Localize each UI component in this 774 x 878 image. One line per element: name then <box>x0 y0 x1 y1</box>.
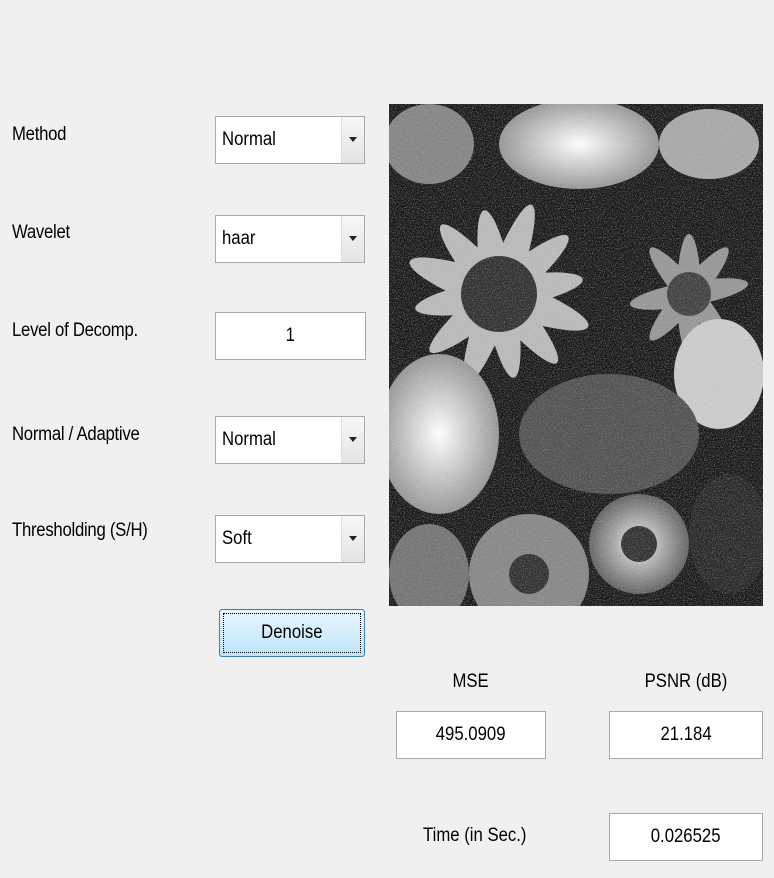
level-input[interactable]: 1 <box>215 312 366 360</box>
denoise-button[interactable]: Denoise <box>219 609 365 657</box>
denoise-button-label: Denoise <box>261 622 323 643</box>
wavelet-select-value: haar <box>222 228 256 249</box>
mode-label: Normal / Adaptive <box>12 424 140 445</box>
method-label: Method <box>12 124 67 145</box>
psnr-field[interactable]: 21.184 <box>609 711 763 759</box>
chevron-down-icon[interactable] <box>341 417 364 463</box>
threshold-select-value: Soft <box>222 528 252 549</box>
mse-field[interactable]: 495.0909 <box>396 711 546 759</box>
mode-select-value: Normal <box>222 429 276 450</box>
mse-value: 495.0909 <box>436 724 506 745</box>
method-select-value: Normal <box>222 129 276 150</box>
method-select[interactable]: Normal <box>215 116 365 164</box>
threshold-label: Thresholding (S/H) <box>12 520 148 541</box>
level-label: Level of Decomp. <box>12 320 138 341</box>
mse-label: MSE <box>452 671 490 692</box>
wavelet-select[interactable]: haar <box>215 215 365 263</box>
level-input-value: 1 <box>285 325 296 346</box>
psnr-value: 21.184 <box>660 724 712 745</box>
time-label: Time (in Sec.) <box>423 825 527 846</box>
threshold-select[interactable]: Soft <box>215 515 365 563</box>
chevron-down-icon[interactable] <box>341 516 364 562</box>
time-field[interactable]: 0.026525 <box>609 813 763 861</box>
chevron-down-icon[interactable] <box>341 216 364 262</box>
chevron-down-icon[interactable] <box>341 117 364 163</box>
psnr-label: PSNR (dB) <box>644 671 728 692</box>
wavelet-label: Wavelet <box>12 222 70 243</box>
mode-select[interactable]: Normal <box>215 416 365 464</box>
denoised-image <box>389 104 763 606</box>
time-value: 0.026525 <box>651 826 721 847</box>
